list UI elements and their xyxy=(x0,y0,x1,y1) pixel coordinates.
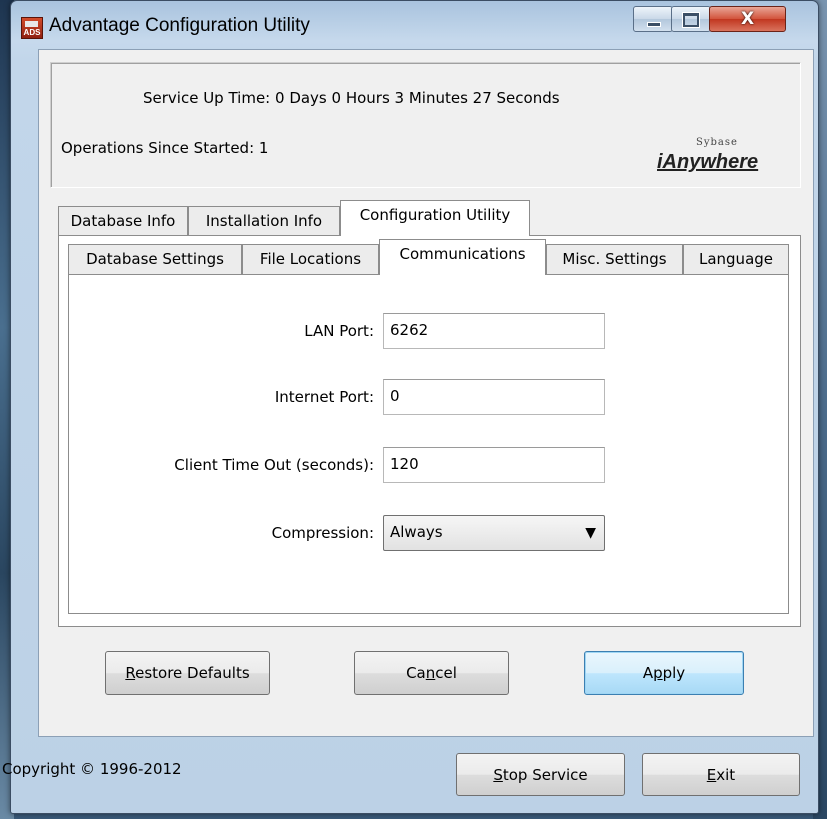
client-timeout-value: 120 xyxy=(390,455,419,473)
tab-label: File Locations xyxy=(259,250,362,268)
tab-label: Installation Info xyxy=(205,212,323,230)
window-title: Advantage Configuration Utility xyxy=(49,15,310,36)
sybase-logo-text: Sybase xyxy=(696,137,738,148)
service-up-time: Service Up Time: 0 Days 0 Hours 3 Minute… xyxy=(143,89,560,107)
client-timeout-field[interactable]: 120 xyxy=(383,447,605,483)
tab-label: Database Info xyxy=(70,212,176,230)
copyright-text: Copyright © 1996-2012 xyxy=(2,760,182,778)
dropdown-arrow-icon: ▼ xyxy=(585,525,596,541)
apply-button[interactable]: Apply xyxy=(584,651,744,695)
client-timeout-label: Client Time Out (seconds): xyxy=(174,456,374,474)
label-part: top Service xyxy=(502,766,588,784)
communications-panel: LAN Port: 6262 Internet Port: 0 Client T… xyxy=(68,274,789,614)
cancel-button[interactable]: Cancel xyxy=(354,651,509,695)
label-part: estore Defaults xyxy=(135,664,250,682)
mnemonic-key: p xyxy=(653,664,663,682)
tab-label: Language xyxy=(698,250,774,268)
tab-label: Configuration Utility xyxy=(359,206,511,224)
ianywhere-logo: iAnywhere xyxy=(657,151,759,173)
internet-port-label: Internet Port: xyxy=(274,388,374,406)
tab-label: Database Settings xyxy=(86,250,224,268)
tab-label: Communications xyxy=(399,245,526,263)
compression-value: Always xyxy=(390,523,443,541)
close-icon: X xyxy=(740,9,755,29)
label-part: ply xyxy=(662,664,686,682)
mnemonic-key: S xyxy=(493,766,503,784)
app-window: ADS Advantage Configuration Utility X Se… xyxy=(2,0,819,814)
app-logo-text: ADS xyxy=(23,28,41,37)
exit-button[interactable]: Exit xyxy=(642,753,800,796)
lan-port-label: LAN Port: xyxy=(304,322,374,340)
compression-select[interactable]: Always ▼ xyxy=(383,515,605,551)
tab-installation-info[interactable]: Installation Info xyxy=(188,206,340,236)
operations-since-started: Operations Since Started: 1 xyxy=(61,139,269,157)
exit-label: Exit xyxy=(707,766,735,784)
mnemonic-key: E xyxy=(706,766,717,784)
configuration-utility-panel: Database Settings File Locations Communi… xyxy=(58,235,801,627)
label-part: cel xyxy=(435,664,457,682)
internet-port-field[interactable]: 0 xyxy=(383,379,605,415)
tab-language[interactable]: Language xyxy=(683,244,789,274)
internet-port-value: 0 xyxy=(390,387,400,405)
lan-port-field[interactable]: 6262 xyxy=(383,313,605,349)
cancel-label: Cancel xyxy=(406,664,457,682)
tab-database-info[interactable]: Database Info xyxy=(58,206,188,236)
compression-label: Compression: xyxy=(271,524,374,542)
close-button[interactable]: X xyxy=(709,6,786,32)
stop-service-label: Stop Service xyxy=(493,766,587,784)
maximize-icon xyxy=(683,13,699,27)
lan-port-value: 6262 xyxy=(390,321,429,339)
tab-database-settings[interactable]: Database Settings xyxy=(68,244,242,274)
tab-misc-settings[interactable]: Misc. Settings xyxy=(546,244,683,274)
title-bar[interactable]: ADS Advantage Configuration Utility X xyxy=(11,1,818,49)
tab-communications[interactable]: Communications xyxy=(379,239,546,275)
tab-label: Misc. Settings xyxy=(562,250,667,268)
restore-defaults-button[interactable]: Restore Defaults xyxy=(105,651,270,695)
tab-configuration-utility[interactable]: Configuration Utility xyxy=(340,200,530,236)
mnemonic-key: R xyxy=(125,664,136,682)
mnemonic-key: n xyxy=(425,664,436,682)
minimize-icon xyxy=(647,22,661,27)
apply-label: Apply xyxy=(643,664,685,682)
client-area: Service Up Time: 0 Days 0 Hours 3 Minute… xyxy=(38,49,814,737)
maximize-button[interactable] xyxy=(671,6,711,32)
label-part: Ca xyxy=(406,664,426,682)
tab-file-locations[interactable]: File Locations xyxy=(242,244,379,274)
label-part: A xyxy=(642,664,654,682)
status-panel: Service Up Time: 0 Days 0 Hours 3 Minute… xyxy=(50,62,801,188)
app-logo-icon: ADS xyxy=(21,17,43,39)
minimize-button[interactable] xyxy=(633,6,673,32)
restore-defaults-label: Restore Defaults xyxy=(125,664,249,682)
stop-service-button[interactable]: Stop Service xyxy=(456,753,625,796)
label-part: xit xyxy=(716,766,736,784)
